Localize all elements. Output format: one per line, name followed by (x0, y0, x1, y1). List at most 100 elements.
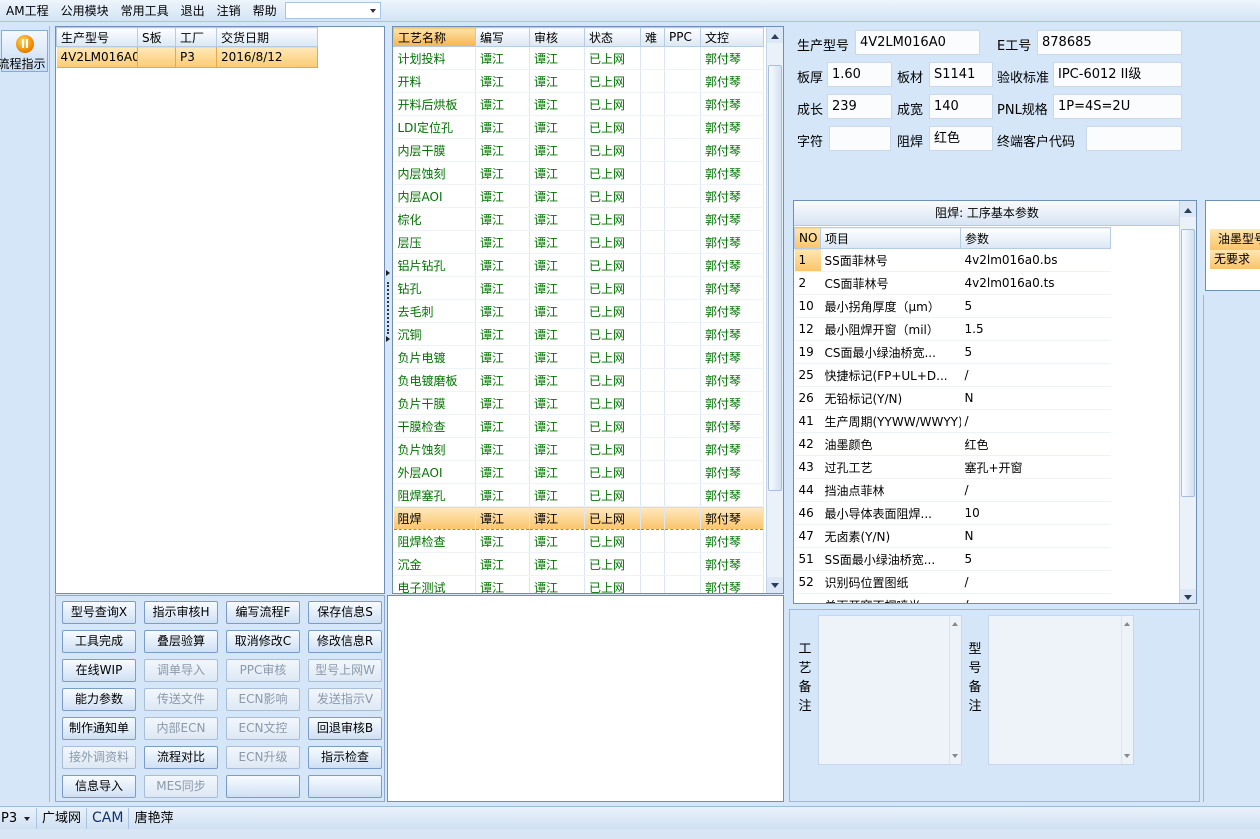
action-button[interactable]: 修改信息R (308, 630, 382, 653)
solder-mask-field[interactable]: 红色 (929, 126, 993, 151)
length-field[interactable]: 239 (827, 94, 892, 119)
table-row[interactable]: 电子测试 谭江 谭江 已上网 郭付琴 (393, 575, 764, 593)
column-header[interactable]: 参数 (960, 227, 1111, 249)
action-button[interactable]: PPC审核 (226, 659, 300, 682)
column-header[interactable]: 难 (640, 27, 665, 47)
params-scrollbar[interactable] (1179, 201, 1196, 603)
table-row[interactable]: 25 快捷标记(FP+UL+D... / (794, 363, 1111, 387)
column-header[interactable]: 审核 (529, 27, 585, 47)
action-button[interactable]: 信息导入 (62, 775, 136, 798)
char-field[interactable] (829, 126, 891, 151)
menu-item[interactable]: 公用模块 (55, 0, 115, 22)
menu-dropdown[interactable] (284, 2, 381, 19)
menu-item[interactable]: AM工程 (0, 0, 55, 22)
table-row[interactable]: 负电镀磨板 谭江 谭江 已上网 郭付琴 (393, 368, 764, 392)
table-row[interactable]: 19 CS面最小绿油桥宽... 5 (794, 340, 1111, 364)
menu-item[interactable]: 退出 (175, 0, 211, 22)
action-button[interactable]: 传送文件 (144, 688, 218, 711)
column-header[interactable]: 状态 (584, 27, 641, 47)
action-button[interactable]: 指示检查 (308, 746, 382, 769)
table-row[interactable]: 层压 谭江 谭江 已上网 郭付琴 (393, 230, 764, 254)
menu-item[interactable]: 帮助 (247, 0, 283, 22)
action-button[interactable]: 接外调资料 (62, 746, 136, 769)
factory-dropdown[interactable]: P3 (0, 808, 36, 829)
table-row[interactable]: 负片干膜 谭江 谭江 已上网 郭付琴 (393, 391, 764, 415)
remark-scrollbar[interactable] (949, 616, 961, 764)
table-row[interactable]: 钻孔 谭江 谭江 已上网 郭付琴 (393, 276, 764, 300)
column-header[interactable]: 文控 (700, 27, 764, 47)
table-row[interactable]: 内层干膜 谭江 谭江 已上网 郭付琴 (393, 138, 764, 162)
action-button[interactable]: 调单导入 (144, 659, 218, 682)
table-row[interactable]: 52 识别码位置图纸 / (794, 570, 1111, 594)
action-button[interactable]: 回退审核B (308, 717, 382, 740)
action-button[interactable]: 发送指示V (308, 688, 382, 711)
table-row[interactable]: LDI定位孔 谭江 谭江 已上网 郭付琴 (393, 115, 764, 139)
action-button[interactable]: 指示审核H (144, 601, 218, 624)
scroll-up-icon[interactable] (1180, 201, 1196, 217)
column-header[interactable]: S板 (137, 27, 176, 47)
table-row[interactable]: 2 CS面菲林号 4v2lm016a0.ts (794, 271, 1111, 295)
e-number-field[interactable]: 878685 (1037, 30, 1182, 55)
table-row[interactable]: 开料后烘板 谭江 谭江 已上网 郭付琴 (393, 92, 764, 116)
pnl-field[interactable]: 1P=4S=2U (1053, 94, 1182, 119)
model-field[interactable]: 4V2LM016A0 (855, 30, 980, 55)
action-button[interactable]: 保存信息S (308, 601, 382, 624)
table-row[interactable]: 去毛刺 谭江 谭江 已上网 郭付琴 (393, 299, 764, 323)
table-row[interactable]: 负片蚀刻 谭江 谭江 已上网 郭付琴 (393, 437, 764, 461)
table-row[interactable]: 棕化 谭江 谭江 已上网 郭付琴 (393, 207, 764, 231)
menu-item[interactable]: 常用工具 (115, 0, 175, 22)
scroll-thumb[interactable] (1181, 229, 1195, 497)
table-row[interactable]: 内层蚀刻 谭江 谭江 已上网 郭付琴 (393, 161, 764, 185)
action-button[interactable]: 型号查询X (62, 601, 136, 624)
table-row[interactable]: 10 最小拐角厚度（μm） 5 (794, 294, 1111, 318)
scroll-down-icon[interactable] (1180, 589, 1196, 603)
table-row[interactable]: 沉金 谭江 谭江 已上网 郭付琴 (393, 552, 764, 576)
column-header[interactable]: 生产型号 (56, 27, 138, 47)
action-button[interactable]: 制作通知单 (62, 717, 136, 740)
column-header[interactable]: PPC (664, 27, 701, 47)
column-header[interactable]: 交货日期 (216, 27, 318, 47)
table-row[interactable]: 阻焊塞孔 谭江 谭江 已上网 郭付琴 (393, 483, 764, 507)
scroll-up-icon[interactable] (767, 27, 783, 43)
action-button[interactable]: 流程对比 (144, 746, 218, 769)
table-row[interactable]: 沉铜 谭江 谭江 已上网 郭付琴 (393, 322, 764, 346)
action-button[interactable]: 工具完成 (62, 630, 136, 653)
table-row[interactable]: 43 过孔工艺 塞孔+开窗 (794, 455, 1111, 479)
scroll-down-icon[interactable] (767, 577, 783, 593)
action-button[interactable]: 在线WIP (62, 659, 136, 682)
action-button[interactable]: ECN影响 (226, 688, 300, 711)
column-header[interactable]: 工艺名称 (393, 27, 476, 47)
table-row[interactable]: 47 无卤素(Y/N) N (794, 524, 1111, 548)
table-row[interactable]: 12 最小阻焊开窗（mil） 1.5 (794, 317, 1111, 341)
table-row[interactable]: 42 油墨颜色 红色 (794, 432, 1111, 456)
table-row[interactable]: 26 无铅标记(Y/N) N (794, 386, 1111, 410)
table-row[interactable]: 单面开窗不桐喷光.../ (794, 593, 1111, 603)
panel-splitter[interactable] (385, 270, 391, 350)
flow-indicator-button[interactable]: 流程指示 (0, 30, 48, 72)
table-row[interactable]: 41 生产周期(YYWW/WWYY) / (794, 409, 1111, 433)
table-row[interactable]: 1 SS面菲林号 4v2lm016a0.bs (794, 248, 1111, 272)
scroll-thumb[interactable] (768, 65, 782, 491)
column-header[interactable]: 工厂 (175, 27, 217, 47)
table-row[interactable]: 46 最小导体表面阻焊... 10 (794, 501, 1111, 525)
action-button[interactable]: 取消修改C (226, 630, 300, 653)
width-field[interactable]: 140 (929, 94, 993, 119)
action-button[interactable]: ECN升级 (226, 746, 300, 769)
table-row[interactable]: 铝片钻孔 谭江 谭江 已上网 郭付琴 (393, 253, 764, 277)
column-header[interactable]: 项目 (820, 227, 961, 249)
customer-code-field[interactable] (1086, 126, 1182, 151)
action-button[interactable]: 编写流程F (226, 601, 300, 624)
table-row[interactable]: 负片电镀 谭江 谭江 已上网 郭付琴 (393, 345, 764, 369)
action-button[interactable]: 能力参数 (62, 688, 136, 711)
table-row[interactable]: 阻焊检查 谭江 谭江 已上网 郭付琴 (393, 529, 764, 553)
table-row[interactable]: 计划投料 谭江 谭江 已上网 郭付琴 (393, 46, 764, 70)
table-row[interactable]: 内层AOI 谭江 谭江 已上网 郭付琴 (393, 184, 764, 208)
action-button[interactable]: 型号上网W (308, 659, 382, 682)
material-field[interactable]: S1141 (929, 62, 993, 87)
table-row[interactable]: 4V2LM016A0 P3 2016/8/12 (56, 46, 318, 68)
table-row[interactable]: 51 SS面最小绿油桥宽... 5 (794, 547, 1111, 571)
column-header[interactable]: 编写 (475, 27, 530, 47)
action-button[interactable]: 叠层验算 (144, 630, 218, 653)
table-row[interactable]: 44 挡油点菲林 / (794, 478, 1111, 502)
action-button[interactable] (226, 775, 300, 798)
